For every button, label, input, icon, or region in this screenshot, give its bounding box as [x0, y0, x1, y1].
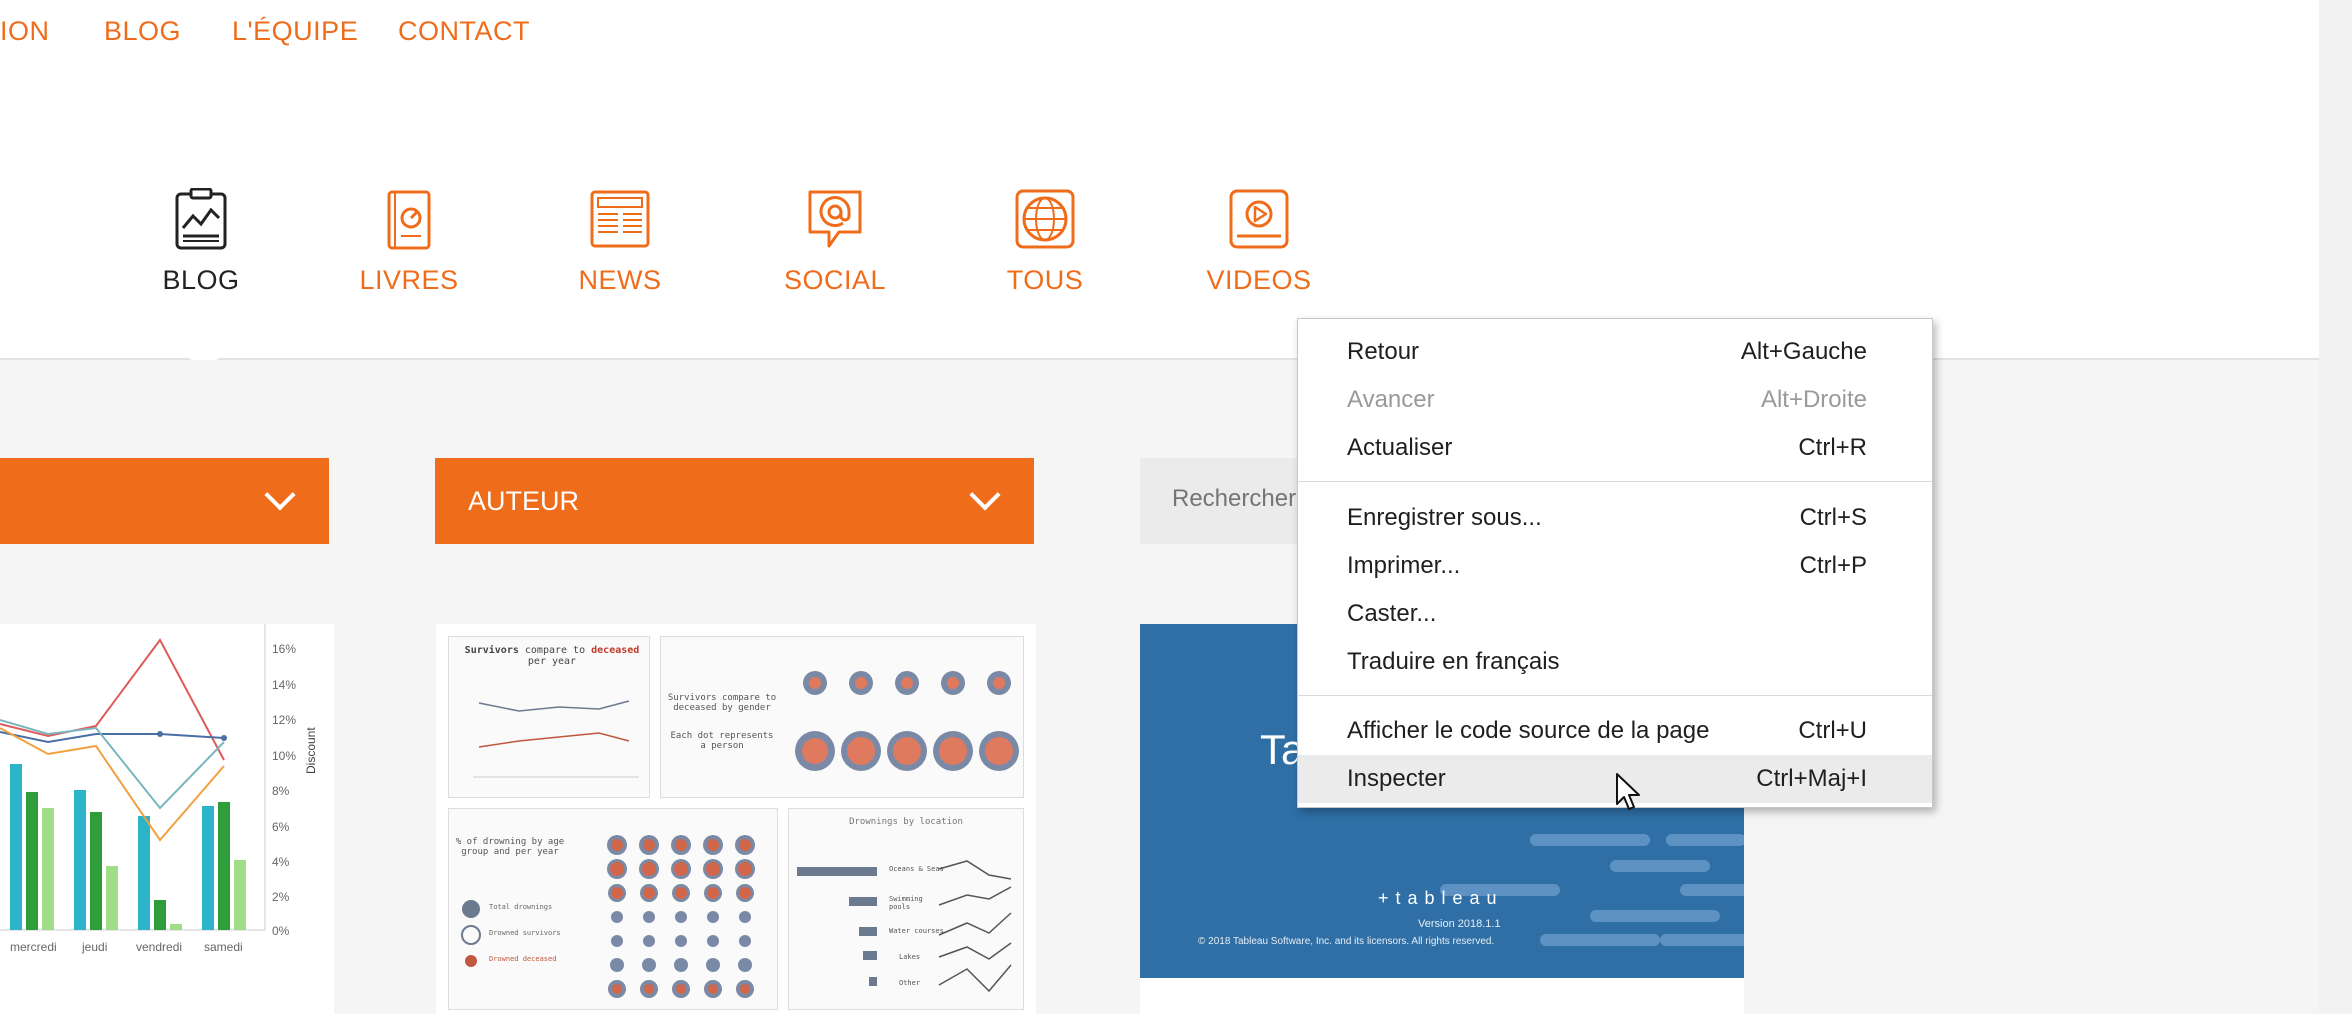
video-play-icon — [1229, 189, 1289, 249]
tableau-logo: + t a b l e a u — [1378, 888, 1498, 908]
menu-item-shortcut: Ctrl+Maj+I — [1756, 765, 1867, 792]
menu-item-traduire[interactable]: Traduire en français — [1298, 638, 1932, 686]
location-label: Swimming pools — [889, 895, 923, 911]
panel-line-chart — [473, 700, 639, 778]
menu-item-shortcut: Ctrl+P — [1799, 552, 1867, 579]
category-filter-dropdown[interactable] — [0, 458, 329, 544]
category-label: BLOG — [162, 265, 240, 295]
version-text: Version 2018.1.1 — [1418, 918, 1501, 930]
dashboard-panel: % of drowning by age group and per year … — [448, 808, 778, 1010]
category-label: VIDEOS — [1206, 265, 1312, 295]
day-label: samedi — [204, 940, 243, 954]
dashboard-panel: Drownings by location Oceans & Seas Swim… — [788, 808, 1024, 1010]
menu-item-shortcut: Alt+Droite — [1760, 386, 1867, 413]
globe-icon — [1015, 189, 1075, 249]
dashboard-panel: Survivors compare to deceased per year — [448, 636, 650, 798]
context-menu: Retour Alt+Gauche Avancer Alt+Droite Act… — [1297, 318, 1933, 808]
menu-item-caster[interactable]: Caster... — [1298, 590, 1932, 638]
category-news[interactable]: NEWS — [530, 188, 710, 296]
category-blog[interactable]: BLOG — [111, 187, 291, 296]
menu-item-label: Enregistrer sous... — [1347, 504, 1542, 531]
post-card-chart[interactable]: mercredi jeudi vendredi samedi 16% 14% 1… — [0, 624, 334, 1014]
pct-tick: 4% — [272, 855, 290, 869]
menu-item-actualiser[interactable]: Actualiser Ctrl+R — [1298, 424, 1932, 472]
pct-tick: 14% — [272, 678, 297, 692]
menu-item-label: Actualiser — [1347, 434, 1453, 461]
location-label: Other — [899, 979, 921, 987]
menu-item-label: Inspecter — [1347, 765, 1446, 792]
category-tous[interactable]: TOUS — [955, 188, 1135, 296]
menu-item-shortcut: Alt+Gauche — [1740, 338, 1867, 365]
day-label: mercredi — [10, 940, 57, 954]
top-nav: ION BLOG L'ÉQUIPE CONTACT — [0, 0, 2319, 72]
menu-item-retour[interactable]: Retour Alt+Gauche — [1298, 328, 1932, 376]
menu-item-avancer: Avancer Alt+Droite — [1298, 376, 1932, 424]
location-label: Water courses — [889, 927, 944, 935]
dashboard-panel: Survivors compare to deceased by gender … — [660, 636, 1024, 798]
newspaper-icon — [590, 190, 650, 248]
category-social[interactable]: SOCIAL — [745, 188, 925, 296]
menu-separator — [1298, 481, 1932, 482]
menu-item-label: Afficher le code source de la page — [1347, 717, 1710, 744]
day-label: vendredi — [136, 940, 183, 954]
category-label: NEWS — [578, 265, 662, 295]
pct-tick: 12% — [272, 713, 297, 727]
menu-item-label: Retour — [1347, 338, 1420, 365]
pct-tick: 6% — [272, 820, 290, 834]
author-filter-dropdown[interactable]: AUTEUR — [435, 458, 1034, 544]
chevron-down-icon — [264, 479, 296, 511]
category-videos[interactable]: VIDEOS — [1169, 188, 1349, 296]
nav-link-equipe[interactable]: L'ÉQUIPE — [232, 16, 358, 47]
menu-item-imprimer[interactable]: Imprimer... Ctrl+P — [1298, 542, 1932, 590]
copyright-text: © 2018 Tableau Software, Inc. and its li… — [1198, 936, 1495, 947]
post-card-dashboard[interactable]: Survivors compare to deceased per year S… — [436, 624, 1036, 1014]
dropdown-label: AUTEUR — [468, 486, 580, 516]
menu-item-shortcut: Ctrl+U — [1798, 717, 1867, 744]
menu-item-label: Imprimer... — [1347, 552, 1461, 579]
chevron-down-icon — [969, 479, 1001, 511]
panel-dot-grid — [795, 671, 1019, 771]
menu-item-label: Caster... — [1347, 600, 1437, 627]
pct-tick: 10% — [272, 749, 297, 763]
book-icon — [387, 190, 431, 250]
menu-item-shortcut: Ctrl+S — [1799, 504, 1867, 531]
category-label: SOCIAL — [783, 265, 887, 295]
clipboard-chart-icon — [175, 187, 227, 250]
menu-item-view-source[interactable]: Afficher le code source de la page Ctrl+… — [1298, 707, 1932, 755]
location-label: Oceans & Seas — [889, 865, 944, 873]
pct-tick: 0% — [272, 924, 290, 938]
menu-item-label: Avancer — [1347, 386, 1435, 413]
menu-item-enregistrer[interactable]: Enregistrer sous... Ctrl+S — [1298, 494, 1932, 542]
pct-tick: 8% — [272, 784, 290, 798]
axis-title: Discount — [304, 727, 318, 774]
category-label: LIVRES — [359, 265, 459, 295]
category-livres[interactable]: LIVRES — [319, 188, 499, 296]
pct-tick: 16% — [272, 642, 297, 656]
nav-link-blog[interactable]: BLOG — [104, 16, 181, 47]
mouse-pointer-icon — [1616, 773, 1640, 810]
menu-item-label: Traduire en français — [1347, 648, 1560, 675]
page-scrollbar[interactable] — [2319, 0, 2352, 1014]
chat-at-icon — [808, 190, 862, 248]
day-label: jeudi — [82, 940, 108, 954]
panel-dot-matrix — [607, 835, 755, 998]
menu-item-shortcut: Ctrl+R — [1798, 434, 1867, 461]
category-label: TOUS — [1006, 265, 1084, 295]
nav-link-ion[interactable]: ION — [0, 16, 50, 47]
nav-link-contact[interactable]: CONTACT — [398, 16, 530, 47]
pct-tick: 2% — [272, 890, 290, 904]
location-label: Lakes — [899, 953, 921, 961]
menu-separator — [1298, 695, 1932, 696]
